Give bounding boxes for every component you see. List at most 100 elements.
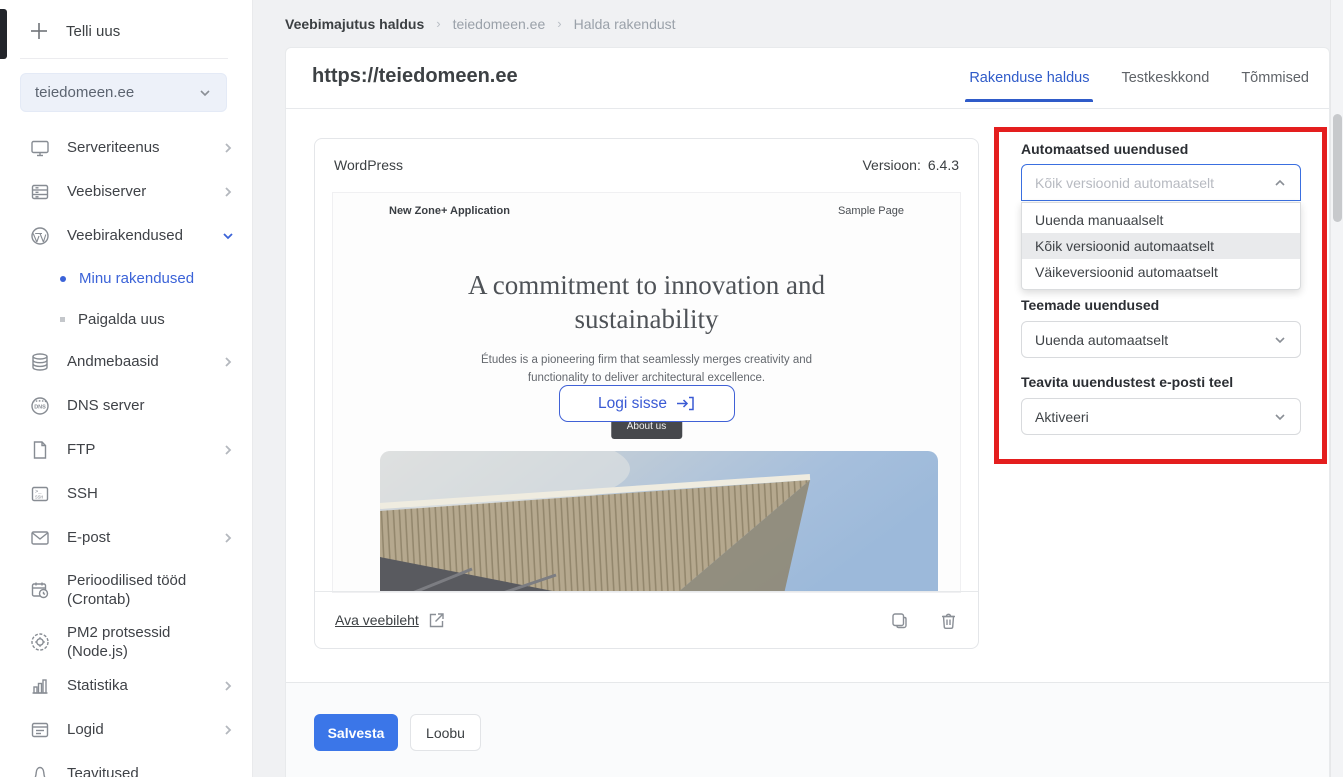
wordpress-app-card: WordPress Versioon:6.4.3 New Zone+ Appli…: [314, 138, 979, 649]
page-title: https://teiedomeen.ee: [312, 65, 518, 88]
active-bullet: [60, 276, 66, 282]
sidebar-item-veebirakendused[interactable]: Veebirakendused: [0, 214, 252, 258]
wordpress-icon: [30, 226, 50, 246]
card-actions: [890, 611, 958, 630]
calendar-clock-icon: [30, 580, 50, 600]
tab-bar: Rakenduse haldus Testkeskkond Tõmmised: [969, 70, 1309, 102]
terminal-icon: >_SSH: [30, 484, 50, 504]
breadcrumb-item-domain[interactable]: teiedomeen.ee: [453, 16, 546, 32]
process-gear-icon: [30, 632, 50, 652]
breadcrumb-item-halda-rakendust: Halda rakendust: [574, 16, 676, 32]
auto-updates-label: Automaatsed uuendused: [1021, 141, 1301, 157]
theme-updates-label: Teemade uuendused: [1021, 297, 1159, 313]
sidebar-item-paigalda-uus[interactable]: Paigalda uus: [0, 299, 252, 340]
chevron-right-icon: [222, 186, 234, 198]
card-header: WordPress Versioon:6.4.3: [315, 139, 978, 191]
bar-chart-icon: [30, 676, 50, 696]
order-new-button[interactable]: Telli uus: [0, 0, 252, 56]
option-vaikeversioonid[interactable]: Väikeversioonid automaatselt: [1022, 259, 1300, 285]
sidebar-item-logid[interactable]: Logid: [0, 708, 252, 752]
preview-heading: A commitment to innovation and sustainab…: [333, 269, 960, 337]
sidebar-item-epost[interactable]: E-post: [0, 516, 252, 560]
version-value: 6.4.3: [928, 157, 959, 173]
theme-updates-value: Uuenda automaatselt: [1035, 332, 1168, 348]
breadcrumb-separator-icon: ›: [557, 16, 561, 31]
cancel-button[interactable]: Loobu: [410, 714, 481, 751]
chevron-down-icon: [198, 86, 212, 100]
auto-updates-dropdown-menu: Uuenda manuaalselt Kõik versioonid autom…: [1021, 202, 1301, 290]
chevron-right-icon: [222, 356, 234, 368]
preview-photo: [380, 451, 938, 593]
sidebar-item-teavitused[interactable]: Teavitused: [0, 752, 252, 777]
option-uuenda-manuaalselt[interactable]: Uuenda manuaalselt: [1022, 207, 1300, 233]
card-footer: Ava veebileht: [315, 591, 978, 648]
sidebar-item-ftp[interactable]: FTP: [0, 428, 252, 472]
sidebar-item-perioodilised-tood[interactable]: Perioodilised tööd (Crontab): [0, 560, 252, 620]
breadcrumb-separator-icon: ›: [436, 16, 440, 31]
sidebar-item-statistika[interactable]: Statistika: [0, 664, 252, 708]
sidebar-item-ssh[interactable]: >_SSH SSH: [0, 472, 252, 516]
preview-tagline-line1: Études is a pioneering firm that seamles…: [333, 351, 960, 369]
auto-updates-value: Kõik versioonid automaatselt: [1035, 175, 1214, 191]
email-notify-value: Aktiveeri: [1035, 409, 1089, 425]
database-icon: [30, 352, 50, 372]
save-button[interactable]: Salvesta: [314, 714, 398, 751]
preview-site-name: New Zone+ Application: [389, 205, 510, 217]
sidebar-scrollbar-thumb[interactable]: [0, 9, 7, 59]
envelope-icon: [30, 528, 50, 548]
svg-text:DNS: DNS: [34, 405, 46, 411]
login-button[interactable]: Logi sisse: [559, 385, 735, 422]
email-notify-select[interactable]: Aktiveeri: [1021, 398, 1301, 435]
chevron-up-icon: [1273, 176, 1287, 190]
chevron-right-icon: [222, 724, 234, 736]
open-website-link[interactable]: Ava veebileht: [335, 611, 446, 630]
email-notify-label: Teavita uuendustest e-posti teel: [1021, 374, 1233, 390]
site-preview: New Zone+ Application Sample Page A comm…: [332, 192, 961, 593]
sidebar-item-veebiserver[interactable]: Veebiserver: [0, 170, 252, 214]
sidebar-item-andmebaasid[interactable]: Andmebaasid: [0, 340, 252, 384]
version-label: Versioon:: [862, 157, 920, 173]
sidebar-item-serveriteenus[interactable]: Serveriteenus: [0, 126, 252, 170]
chevron-down-icon: [222, 230, 234, 242]
chevron-right-icon: [222, 142, 234, 154]
dns-globe-icon: DNS: [30, 396, 50, 416]
login-button-label: Logi sisse: [598, 395, 667, 413]
trash-icon[interactable]: [939, 611, 958, 630]
sidebar-item-minu-rakendused[interactable]: Minu rakendused: [0, 258, 252, 299]
chevron-right-icon: [222, 444, 234, 456]
bullet: [60, 317, 65, 322]
breadcrumb: Veebimajutus haldus › teiedomeen.ee › Ha…: [285, 0, 676, 47]
file-icon: [30, 440, 50, 460]
bell-icon: [30, 764, 50, 777]
page-scrollbar-thumb[interactable]: [1333, 114, 1342, 222]
tab-testkeskkond[interactable]: Testkeskkond: [1121, 70, 1209, 102]
app-version: Versioon: 6.4.3: [862, 157, 959, 173]
domain-select[interactable]: teiedomeen.ee: [20, 73, 227, 112]
tab-tommised[interactable]: Tõmmised: [1241, 70, 1309, 102]
breadcrumb-item-veebimajutus[interactable]: Veebimajutus haldus: [285, 16, 424, 32]
plus-icon: [30, 22, 48, 40]
preview-header: New Zone+ Application Sample Page: [333, 193, 960, 217]
server-icon: [30, 182, 50, 202]
option-koik-versioonid[interactable]: Kõik versioonid automaatselt: [1022, 233, 1300, 259]
sidebar-item-dns-server[interactable]: DNS DNS server: [0, 384, 252, 428]
sidebar-item-pm2-protsessid[interactable]: PM2 protsessid (Node.js): [0, 620, 252, 664]
open-website-label: Ava veebileht: [335, 612, 419, 628]
theme-updates-select[interactable]: Uuenda automaatselt: [1021, 321, 1301, 358]
chevron-down-icon: [1273, 333, 1287, 347]
domain-select-value: teiedomeen.ee: [35, 84, 134, 101]
preview-tagline: Études is a pioneering firm that seamles…: [333, 351, 960, 388]
external-link-icon: [427, 611, 446, 630]
log-icon: [30, 720, 50, 740]
monitor-icon: [30, 138, 50, 158]
chevron-down-icon: [1273, 410, 1287, 424]
svg-text:>_: >_: [35, 488, 42, 495]
auto-updates-select[interactable]: Kõik versioonid automaatselt: [1021, 164, 1301, 201]
preview-heading-line2: sustainability: [333, 303, 960, 337]
update-settings: Automaatsed uuendused Kõik versioonid au…: [1021, 141, 1301, 157]
page-scrollbar[interactable]: [1330, 0, 1343, 777]
copy-icon[interactable]: [890, 611, 909, 630]
order-new-label: Telli uus: [66, 23, 120, 40]
tab-rakenduse-haldus[interactable]: Rakenduse haldus: [969, 70, 1089, 102]
login-arrow-icon: [676, 396, 695, 411]
